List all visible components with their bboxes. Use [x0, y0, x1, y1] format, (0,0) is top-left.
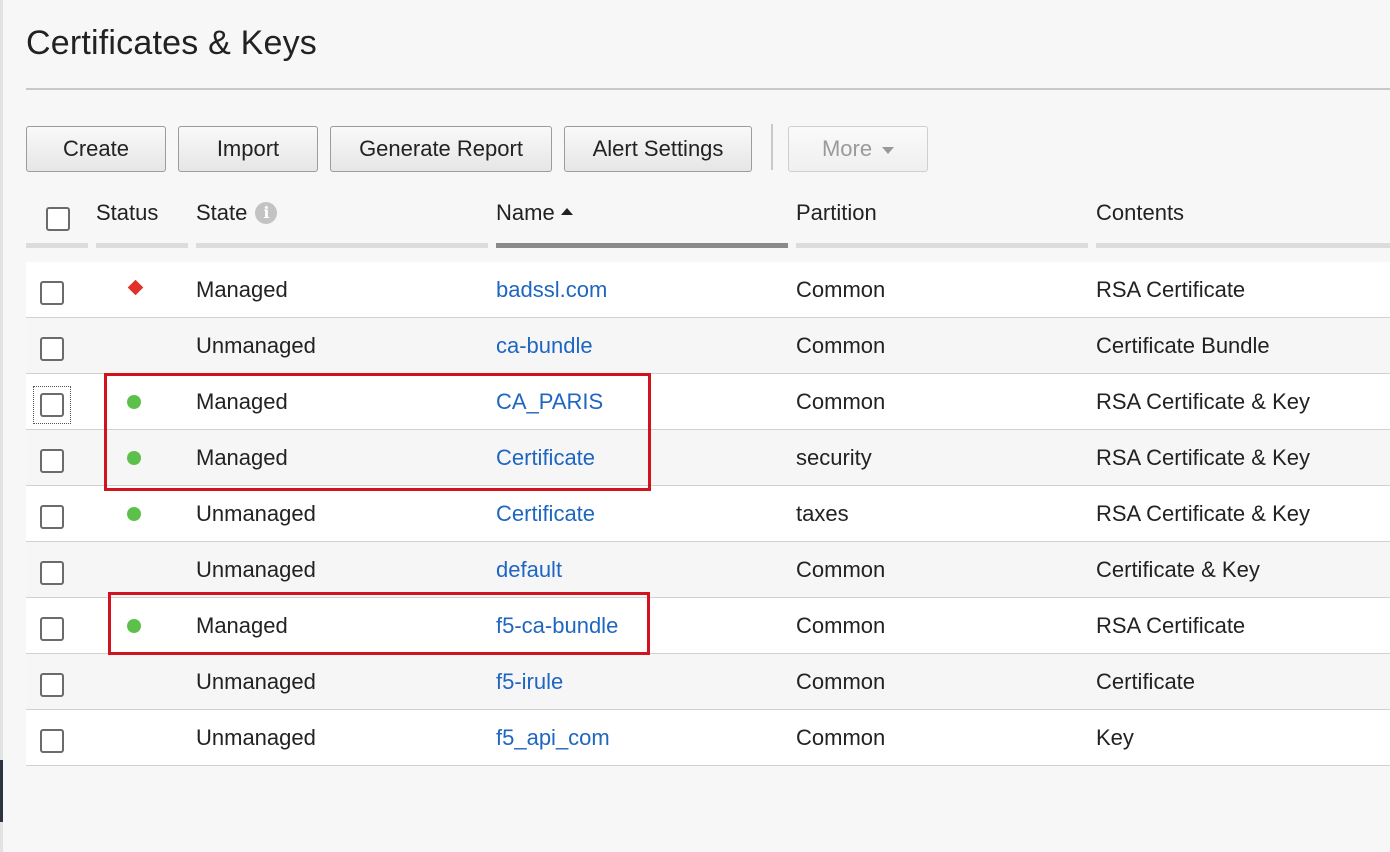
- row-checkbox[interactable]: [40, 393, 64, 417]
- more-label: More: [821, 136, 873, 161]
- name-link[interactable]: f5_api_com: [496, 724, 610, 752]
- partition-cell: Common: [796, 613, 886, 638]
- table-row: Unmanaged f5_api_com Common Key: [26, 710, 1390, 766]
- partition-cell: Common: [796, 277, 886, 302]
- name-link[interactable]: Certificate: [496, 500, 595, 528]
- column-header-status[interactable]: Status: [96, 190, 188, 248]
- table-row: Managed badssl.com Common RSA Certificat…: [26, 262, 1390, 318]
- row-checkbox[interactable]: [40, 673, 64, 697]
- table-row: Unmanaged default Common Certificate & K…: [26, 542, 1390, 598]
- table-row: Unmanaged ca-bundle Common Certificate B…: [26, 318, 1390, 374]
- contents-cell: RSA Certificate: [1096, 277, 1246, 302]
- create-button[interactable]: Create: [26, 126, 166, 172]
- state-cell: Unmanaged: [196, 501, 316, 526]
- row-checkbox[interactable]: [40, 281, 64, 305]
- table-row: Unmanaged f5-irule Common Certificate: [26, 654, 1390, 710]
- state-cell: Unmanaged: [196, 725, 316, 750]
- toolbar-separator: [771, 124, 773, 170]
- certificates-table: Managed badssl.com Common RSA Certificat…: [26, 262, 1390, 766]
- name-link[interactable]: f5-irule: [496, 668, 563, 696]
- state-cell: Unmanaged: [196, 333, 316, 358]
- partition-header-label: Partition: [796, 200, 877, 225]
- more-button[interactable]: More: [788, 126, 928, 172]
- contents-cell: RSA Certificate & Key: [1096, 445, 1310, 470]
- highlight-box: [108, 592, 650, 655]
- name-link[interactable]: badssl.com: [496, 276, 607, 304]
- chevron-down-icon: [882, 147, 895, 154]
- table-header: Status State i Name Partition Contents: [0, 190, 1390, 250]
- import-button[interactable]: Import: [178, 126, 318, 172]
- partition-cell: security: [796, 445, 872, 470]
- partition-cell: Common: [796, 725, 886, 750]
- title-divider: [26, 88, 1390, 90]
- page-title: Certificates & Keys: [26, 24, 318, 62]
- name-link[interactable]: ca-bundle: [496, 332, 593, 360]
- partition-cell: Common: [796, 557, 886, 582]
- contents-cell: Key: [1096, 725, 1134, 750]
- name-link[interactable]: default: [496, 556, 562, 584]
- contents-cell: RSA Certificate & Key: [1096, 389, 1310, 414]
- green-dot-icon: [127, 507, 141, 521]
- state-cell: Unmanaged: [196, 669, 316, 694]
- row-checkbox[interactable]: [40, 561, 64, 585]
- state-cell: Unmanaged: [196, 557, 316, 582]
- highlight-box: [104, 373, 651, 491]
- row-checkbox[interactable]: [40, 337, 64, 361]
- generate-report-button[interactable]: Generate Report: [330, 126, 552, 172]
- partition-cell: Common: [796, 669, 886, 694]
- row-checkbox[interactable]: [40, 729, 64, 753]
- column-header-name[interactable]: Name: [496, 190, 788, 248]
- left-edge-accent: [0, 760, 3, 822]
- partition-cell: Common: [796, 389, 886, 414]
- info-icon[interactable]: i: [255, 202, 278, 224]
- row-checkbox[interactable]: [40, 505, 64, 529]
- contents-cell: RSA Certificate & Key: [1096, 501, 1310, 526]
- state-header-label: State: [196, 200, 248, 225]
- select-all-checkbox[interactable]: [46, 207, 70, 231]
- contents-cell: Certificate: [1096, 669, 1196, 694]
- contents-cell: RSA Certificate: [1096, 613, 1246, 638]
- red-diamond-icon: [127, 279, 144, 296]
- left-edge: [0, 0, 3, 852]
- state-cell: Managed: [196, 277, 288, 302]
- name-header-label: Name: [496, 200, 555, 225]
- sort-ascending-icon: [560, 208, 573, 215]
- table-row: Unmanaged Certificate taxes RSA Certific…: [26, 486, 1390, 542]
- contents-cell: Certificate Bundle: [1096, 333, 1270, 358]
- status-header-label: Status: [96, 200, 159, 225]
- row-checkbox[interactable]: [40, 449, 64, 473]
- alert-settings-button[interactable]: Alert Settings: [564, 126, 752, 172]
- column-header-state[interactable]: State i: [196, 190, 488, 248]
- select-all-column: [26, 190, 88, 248]
- row-checkbox[interactable]: [40, 617, 64, 641]
- partition-cell: Common: [796, 333, 886, 358]
- contents-header-label: Contents: [1096, 200, 1185, 225]
- contents-cell: Certificate & Key: [1096, 557, 1260, 582]
- partition-cell: taxes: [796, 501, 849, 526]
- column-header-partition[interactable]: Partition: [796, 190, 1088, 248]
- column-header-contents[interactable]: Contents: [1096, 190, 1390, 248]
